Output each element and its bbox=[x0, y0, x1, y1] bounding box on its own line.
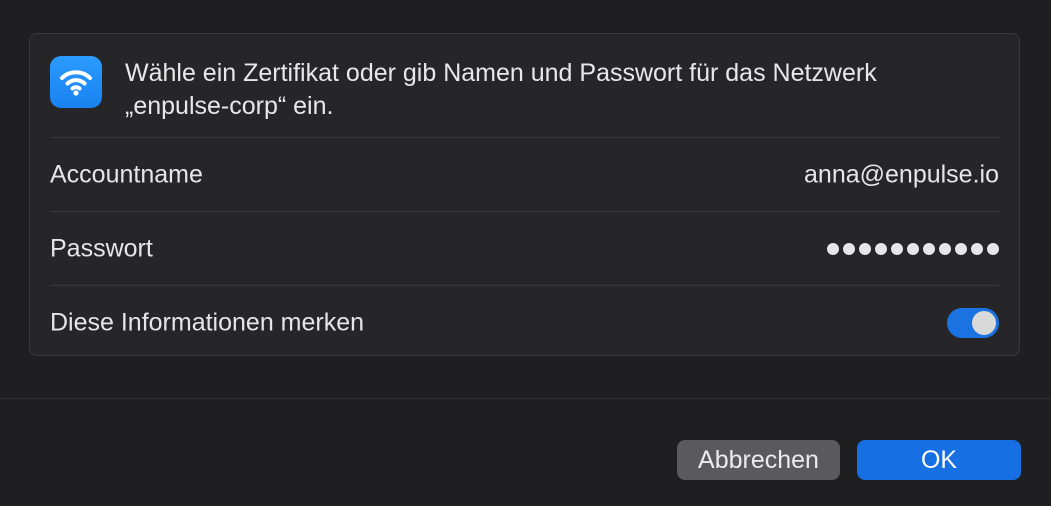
password-dot bbox=[987, 243, 999, 255]
password-dot bbox=[891, 243, 903, 255]
cancel-button[interactable]: Abbrechen bbox=[677, 440, 840, 480]
credentials-panel: Wähle ein Zertifikat oder gib Namen und … bbox=[29, 33, 1020, 356]
prompt-line-1: Wähle ein Zertifikat oder gib Namen und … bbox=[125, 59, 877, 87]
ok-button[interactable]: OK bbox=[857, 440, 1021, 480]
dialog-header: Wähle ein Zertifikat oder gib Namen und … bbox=[50, 54, 999, 136]
password-dot bbox=[875, 243, 887, 255]
password-dot bbox=[907, 243, 919, 255]
password-dot bbox=[939, 243, 951, 255]
password-dot bbox=[859, 243, 871, 255]
dialog-prompt: Wähle ein Zertifikat oder gib Namen und … bbox=[125, 57, 1005, 123]
account-label: Accountname bbox=[50, 160, 203, 189]
password-dot bbox=[827, 243, 839, 255]
account-field[interactable]: anna@enpulse.io bbox=[804, 161, 999, 190]
account-row[interactable]: Accountname anna@enpulse.io bbox=[50, 137, 999, 212]
toggle-knob bbox=[972, 311, 996, 335]
remember-row: Diese Informationen merken bbox=[50, 285, 999, 360]
password-dot bbox=[843, 243, 855, 255]
remember-label: Diese Informationen merken bbox=[50, 308, 365, 337]
password-label: Passwort bbox=[50, 234, 153, 263]
footer-divider bbox=[0, 398, 1051, 399]
wifi-icon bbox=[50, 56, 102, 108]
password-dot bbox=[971, 243, 983, 255]
password-dot bbox=[923, 243, 935, 255]
remember-toggle[interactable] bbox=[947, 308, 999, 338]
network-auth-dialog: Wähle ein Zertifikat oder gib Namen und … bbox=[0, 0, 1051, 506]
prompt-line-2: „enpulse-corp“ ein. bbox=[125, 92, 334, 120]
password-row[interactable]: Passwort bbox=[50, 211, 999, 286]
password-field[interactable] bbox=[827, 243, 999, 255]
password-dot bbox=[955, 243, 967, 255]
